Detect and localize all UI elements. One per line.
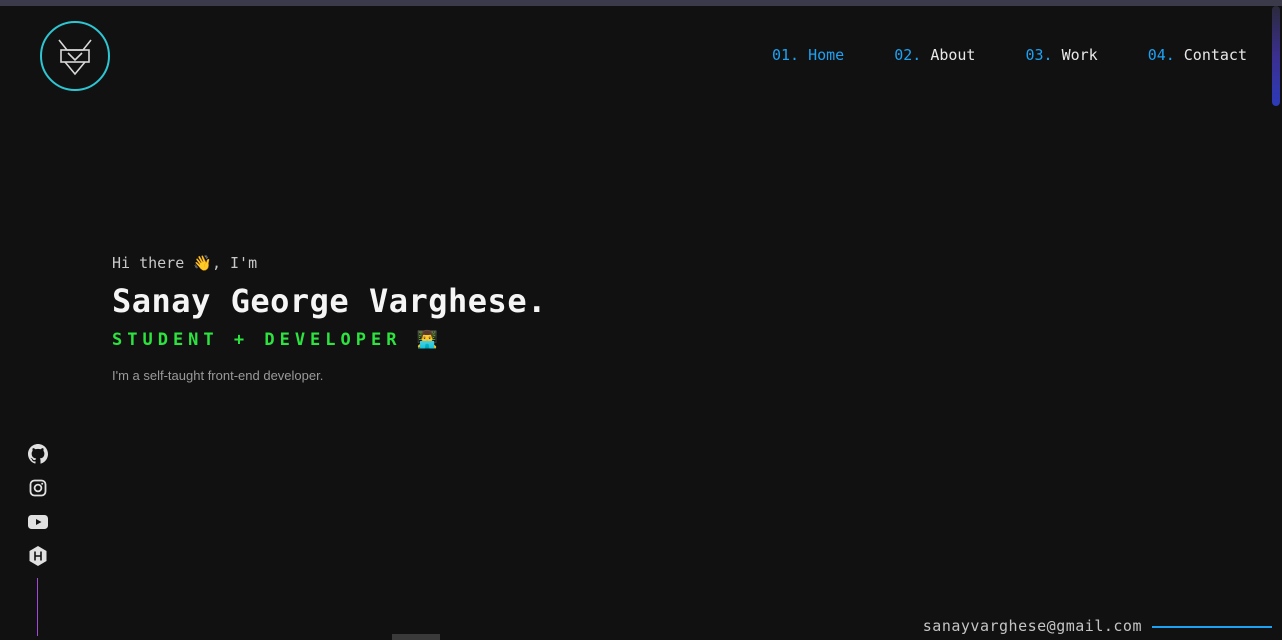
nav-label: About: [930, 46, 976, 64]
nav-label: Work: [1061, 46, 1098, 64]
email-divider-line: [1152, 626, 1272, 628]
youtube-icon[interactable]: [28, 512, 48, 532]
hero-section: Hi there 👋, I'm Sanay George Varghese. S…: [112, 254, 547, 383]
nav-label: Contact: [1183, 46, 1247, 64]
bottom-tab: [392, 634, 440, 640]
nav-item-about[interactable]: 02. About: [894, 46, 975, 64]
nav-number: 01.: [772, 46, 800, 64]
nav-number: 04.: [1147, 46, 1175, 64]
social-links: [28, 444, 48, 566]
nav-item-work[interactable]: 03. Work: [1025, 46, 1097, 64]
hero-name: Sanay George Varghese.: [112, 282, 547, 320]
top-bar: [0, 0, 1282, 6]
social-divider-line: [37, 578, 38, 636]
nav-number: 03.: [1025, 46, 1053, 64]
logo-mark-icon: [58, 39, 92, 76]
main-nav: 01. Home 02. About 03. Work 04. Contact: [722, 46, 1247, 64]
nav-number: 02.: [894, 46, 922, 64]
scrollbar-thumb[interactable]: [1272, 6, 1280, 106]
hero-tagline: I'm a self-taught front-end developer.: [112, 368, 324, 383]
github-icon[interactable]: [28, 444, 48, 464]
hero-role: STUDENT + DEVELOPER 👨‍💻: [112, 330, 443, 350]
nav-item-home[interactable]: 01. Home: [772, 46, 844, 64]
instagram-icon[interactable]: [28, 478, 48, 498]
hackerrank-icon[interactable]: [28, 546, 48, 566]
nav-label: Home: [808, 46, 845, 64]
email-link[interactable]: sanayvarghese@gmail.com: [923, 617, 1142, 635]
logo[interactable]: [40, 21, 110, 91]
hero-greeting: Hi there 👋, I'm: [112, 254, 258, 272]
nav-item-contact[interactable]: 04. Contact: [1148, 46, 1247, 64]
